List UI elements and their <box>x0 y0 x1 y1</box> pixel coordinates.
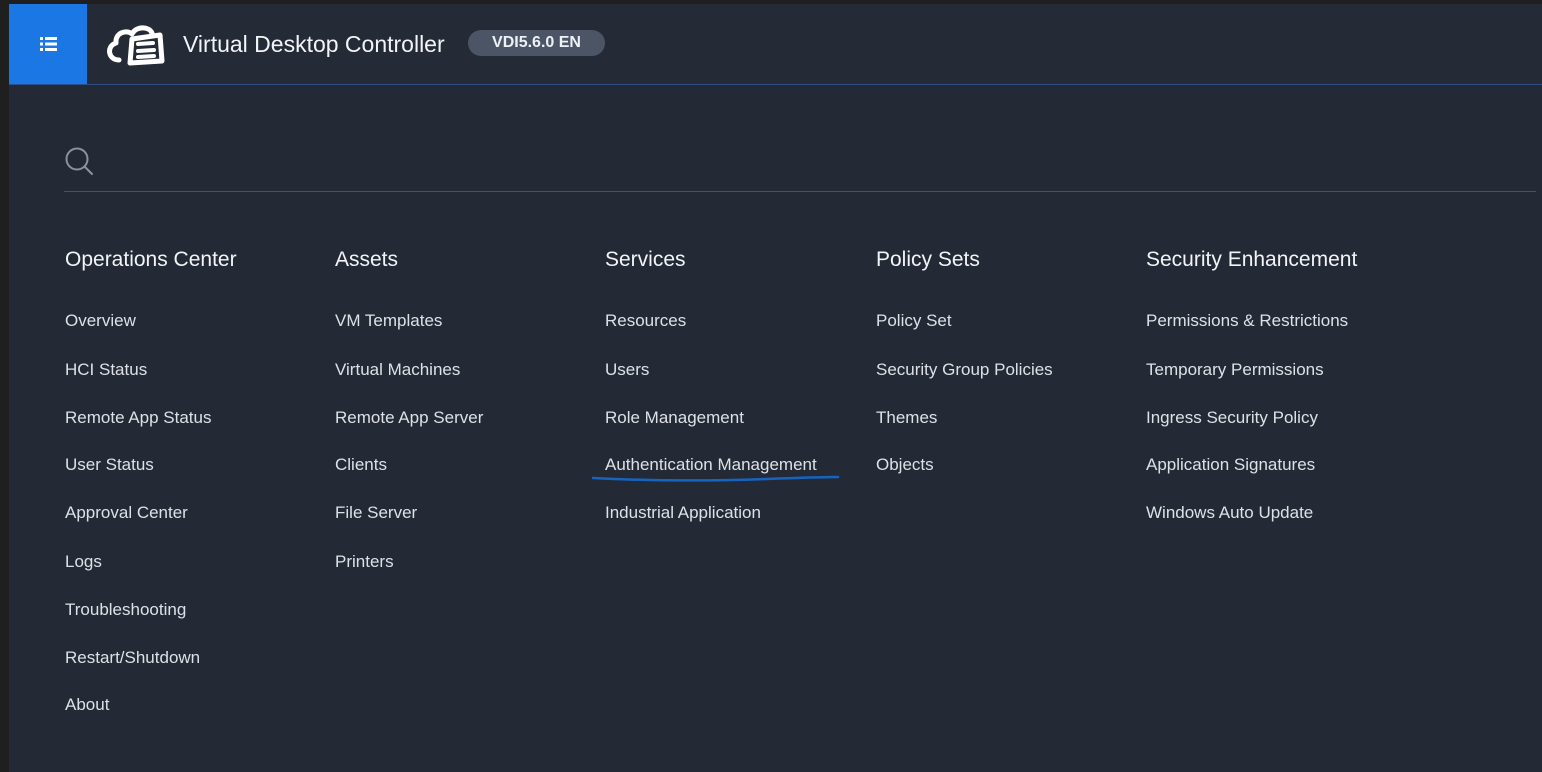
search-input[interactable] <box>104 142 1528 184</box>
app-title: Virtual Desktop Controller <box>183 31 445 57</box>
menu-item-approval-center[interactable]: Approval Center <box>65 502 188 524</box>
column-assets: Assets VM Templates Virtual Machines Rem… <box>335 247 483 571</box>
menu-item-logs[interactable]: Logs <box>65 551 102 573</box>
menu-item-vm-templates[interactable]: VM Templates <box>335 310 442 332</box>
version-badge: VDI5.6.0 EN <box>468 30 605 56</box>
menu-item-hci-status[interactable]: HCI Status <box>65 359 147 381</box>
menu-item-restart-shutdown[interactable]: Restart/Shutdown <box>65 647 200 669</box>
menu-item-temporary-permissions[interactable]: Temporary Permissions <box>1146 359 1324 381</box>
cloud-desktop-logo <box>107 25 165 66</box>
menu-item-policy-set[interactable]: Policy Set <box>876 310 952 332</box>
search-bar <box>64 142 1536 192</box>
main-menu-button[interactable] <box>9 4 87 84</box>
search-icon <box>65 147 93 175</box>
column-title: Policy Sets <box>876 248 980 271</box>
menu-item-clients[interactable]: Clients <box>335 454 387 476</box>
menu-item-application-signatures[interactable]: Application Signatures <box>1146 454 1315 476</box>
menu-item-role-management[interactable]: Role Management <box>605 407 744 429</box>
menu-item-objects[interactable]: Objects <box>876 454 934 476</box>
column-title: Operations Center <box>65 248 237 271</box>
menu-item-remote-app-server[interactable]: Remote App Server <box>335 407 483 429</box>
column-services: Services Resources Users Role Management… <box>605 247 817 522</box>
menu-item-troubleshooting[interactable]: Troubleshooting <box>65 599 186 621</box>
menu-item-ingress-security-policy[interactable]: Ingress Security Policy <box>1146 407 1318 429</box>
menu-item-about[interactable]: About <box>65 694 109 716</box>
menu-item-file-server[interactable]: File Server <box>335 502 417 524</box>
column-operations-center: Operations Center Overview HCI Status Re… <box>65 247 237 714</box>
menu-item-permissions-restrictions[interactable]: Permissions & Restrictions <box>1146 310 1348 332</box>
menu-item-virtual-machines[interactable]: Virtual Machines <box>335 359 460 381</box>
column-title: Assets <box>335 248 399 271</box>
menu-item-printers[interactable]: Printers <box>335 551 394 573</box>
highlight-underline-annotation <box>591 475 840 482</box>
column-title: Services <box>605 248 686 271</box>
column-security-enhancement: Security Enhancement Permissions & Restr… <box>1146 247 1358 522</box>
menu-item-industrial-application[interactable]: Industrial Application <box>605 502 761 524</box>
menu-item-users[interactable]: Users <box>605 359 649 381</box>
menu-item-user-status[interactable]: User Status <box>65 454 154 476</box>
column-policy-sets: Policy Sets Policy Set Security Group Po… <box>876 247 1053 474</box>
menu-item-security-group-policies[interactable]: Security Group Policies <box>876 359 1053 381</box>
app-window: Virtual Desktop Controller VDI5.6.0 EN O… <box>9 4 1542 772</box>
column-title: Security Enhancement <box>1146 248 1358 271</box>
menu-item-overview[interactable]: Overview <box>65 310 136 332</box>
list-menu-icon <box>40 37 57 51</box>
menu-item-themes[interactable]: Themes <box>876 407 937 429</box>
menu-item-windows-auto-update[interactable]: Windows Auto Update <box>1146 502 1313 524</box>
top-bar: Virtual Desktop Controller VDI5.6.0 EN <box>9 4 1542 85</box>
menu-item-remote-app-status[interactable]: Remote App Status <box>65 407 211 429</box>
menu-item-resources[interactable]: Resources <box>605 310 686 332</box>
